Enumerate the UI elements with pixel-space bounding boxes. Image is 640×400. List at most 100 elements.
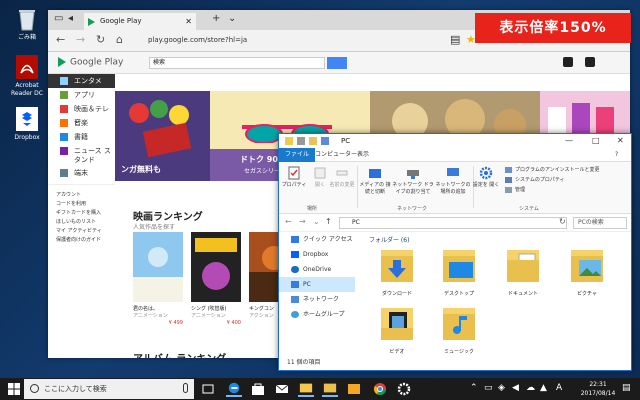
folder-pictures[interactable]: ピクチャ: [559, 246, 615, 297]
link-wishlist[interactable]: ほしいものリスト: [48, 218, 115, 227]
tab-back-icon[interactable]: ◂: [68, 13, 73, 24]
movies-ranking-subtitle: 人気作品を探す: [133, 224, 176, 231]
back-arrow-icon[interactable]: ←: [56, 33, 65, 46]
pictures-folder-icon: [571, 250, 603, 282]
onedrive-tray-icon[interactable]: ☁: [526, 383, 535, 393]
group-label-network: ネットワーク: [397, 206, 428, 212]
folder-desktop[interactable]: デスクトップ: [431, 246, 487, 297]
edge-icon[interactable]: [226, 381, 242, 397]
pane-item-dropbox[interactable]: Dropbox: [279, 247, 355, 262]
help-icon[interactable]: ?: [609, 148, 624, 162]
rename-button[interactable]: 名前の変更: [327, 166, 357, 189]
acrobat-tray-icon[interactable]: ▲: [540, 383, 547, 393]
banner-manga[interactable]: ンガ無料も: [115, 91, 210, 181]
play-search-input[interactable]: 検索: [149, 57, 325, 69]
pane-item-onedrive[interactable]: OneDrive: [279, 262, 355, 277]
folder-videos[interactable]: ビデオ: [369, 304, 425, 355]
chrome-icon[interactable]: [372, 381, 388, 397]
ime-icon[interactable]: A: [556, 383, 562, 393]
explorer-taskbar-icon[interactable]: [298, 381, 314, 397]
google-play-logo[interactable]: Google Play: [58, 57, 123, 68]
music-icon: [60, 119, 68, 127]
task-view-icon[interactable]: [200, 381, 216, 397]
folder-downloads[interactable]: ダウンロード: [369, 246, 425, 297]
tab-list-icon[interactable]: ⌄: [228, 13, 236, 24]
nav-item-entertainment[interactable]: エンタメ: [48, 74, 115, 88]
nav-item-music[interactable]: 音楽: [48, 116, 115, 130]
browser-tab[interactable]: Google Play ✕: [84, 13, 196, 30]
link-redeem[interactable]: コードを利用: [48, 200, 115, 209]
link-activity[interactable]: マイ アクティビティ: [48, 227, 115, 236]
pane-item-pc[interactable]: PC: [279, 277, 355, 292]
back-arrow-icon[interactable]: ←: [285, 217, 292, 226]
minimize-icon[interactable]: —: [565, 134, 573, 148]
account-avatar[interactable]: [585, 57, 595, 67]
windows-start-icon[interactable]: [8, 383, 20, 395]
system-properties-item[interactable]: システムのプロパティ: [505, 176, 565, 184]
taskbar-search-input[interactable]: ここに入力して検索: [24, 379, 194, 399]
manage-item[interactable]: 管理: [505, 186, 525, 194]
nav-item-newsstand[interactable]: ニュース スタンド: [48, 144, 115, 166]
tab-view[interactable]: 表示: [351, 148, 375, 162]
movie-card[interactable]: 君の名は。 アニメーション ¥ 499: [133, 232, 183, 326]
explorer-address-bar[interactable]: PC: [339, 217, 567, 229]
pane-item-homegroup[interactable]: ホームグループ: [279, 307, 355, 322]
home-icon[interactable]: ⌂: [116, 33, 123, 46]
explorer-search-input[interactable]: PCの検索: [573, 217, 627, 229]
volume-icon[interactable]: ◀: [512, 383, 519, 393]
desktop-icon-dropbox[interactable]: Dropbox: [4, 106, 50, 142]
pane-item-network[interactable]: ネットワーク: [279, 292, 355, 307]
link-gift-card[interactable]: ギフトカードを購入: [48, 209, 115, 218]
map-network-drive-button[interactable]: ネットワーク ドライブの割り当て: [391, 166, 435, 196]
uninstall-programs-item[interactable]: プログラムのアンインストールと変更: [505, 166, 600, 174]
refresh-icon[interactable]: ↻: [96, 33, 105, 46]
store-icon[interactable]: [250, 381, 266, 397]
refresh-icon[interactable]: ↻: [559, 217, 566, 226]
new-folder-quick-icon[interactable]: [309, 137, 317, 145]
forward-arrow-icon[interactable]: →: [76, 33, 85, 46]
nav-item-devices[interactable]: 端末: [48, 166, 115, 180]
add-network-location-button[interactable]: ネットワークの 場所の追加: [435, 166, 471, 196]
notifications-icon[interactable]: ▤: [622, 383, 631, 393]
forward-arrow-icon[interactable]: →: [299, 217, 306, 226]
pane-item-quick-access[interactable]: クイック アクセス: [279, 232, 355, 247]
nav-item-movies[interactable]: 映画＆テレビ: [48, 102, 115, 127]
up-arrow-icon[interactable]: ↑: [325, 217, 332, 226]
folders-header[interactable]: フォルダー (6): [359, 232, 633, 244]
network-tray-icon[interactable]: ▭: [484, 383, 493, 393]
media-connect-button[interactable]: メディアの 接続と切断: [357, 166, 393, 196]
properties-quick-icon[interactable]: [297, 137, 305, 145]
maximize-icon[interactable]: □: [592, 134, 600, 148]
movie-card[interactable]: シング (吹替版) アニメーション ¥ 400: [191, 232, 241, 326]
reading-view-icon[interactable]: ▤: [450, 33, 460, 46]
desktop-icon-recycle-bin[interactable]: ごみ箱: [4, 6, 50, 42]
tab-close-icon[interactable]: ✕: [185, 13, 192, 30]
dropbox-tray-icon[interactable]: ◈: [498, 383, 505, 393]
folder-music[interactable]: ミュージック: [431, 304, 487, 355]
desktop-icon-acrobat[interactable]: Acrobat Reader DC: [4, 54, 50, 98]
tray-chevron-icon[interactable]: ⌃: [470, 383, 478, 393]
address-row: ← → ⌄ ↑ PC ↻ PCの検索: [279, 214, 631, 232]
search-button[interactable]: [327, 57, 347, 69]
microphone-icon[interactable]: [183, 383, 188, 393]
link-account[interactable]: アカウント: [48, 191, 115, 200]
movies-ranking-title[interactable]: 映画ランキング: [133, 208, 203, 223]
nav-item-books[interactable]: 書籍: [48, 130, 115, 144]
mail-icon[interactable]: [274, 381, 290, 397]
folder-taskbar-icon[interactable]: [322, 381, 338, 397]
settings-gear-icon[interactable]: [396, 381, 412, 397]
apps-grid-icon[interactable]: [563, 57, 573, 67]
nav-item-apps[interactable]: アプリ: [48, 88, 115, 102]
undo-quick-icon[interactable]: [321, 137, 329, 145]
photos-icon[interactable]: [346, 381, 362, 397]
new-tab-button[interactable]: +: [212, 13, 220, 24]
close-icon[interactable]: ✕: [617, 134, 624, 148]
recent-chevron-icon[interactable]: ⌄: [313, 217, 320, 226]
link-parent-guide[interactable]: 保護者向けのガイド: [48, 236, 115, 245]
open-settings-button[interactable]: 設定を 開く: [471, 166, 501, 189]
albums-ranking-title[interactable]: アルバム ランキング: [133, 350, 226, 358]
address-bar[interactable]: play.google.com/store?hl=ja: [148, 36, 247, 44]
folder-documents[interactable]: ドキュメント: [495, 246, 551, 297]
tab-preview-icon[interactable]: ▭: [54, 13, 63, 24]
clock[interactable]: 22:31 2017/08/14: [580, 380, 616, 398]
